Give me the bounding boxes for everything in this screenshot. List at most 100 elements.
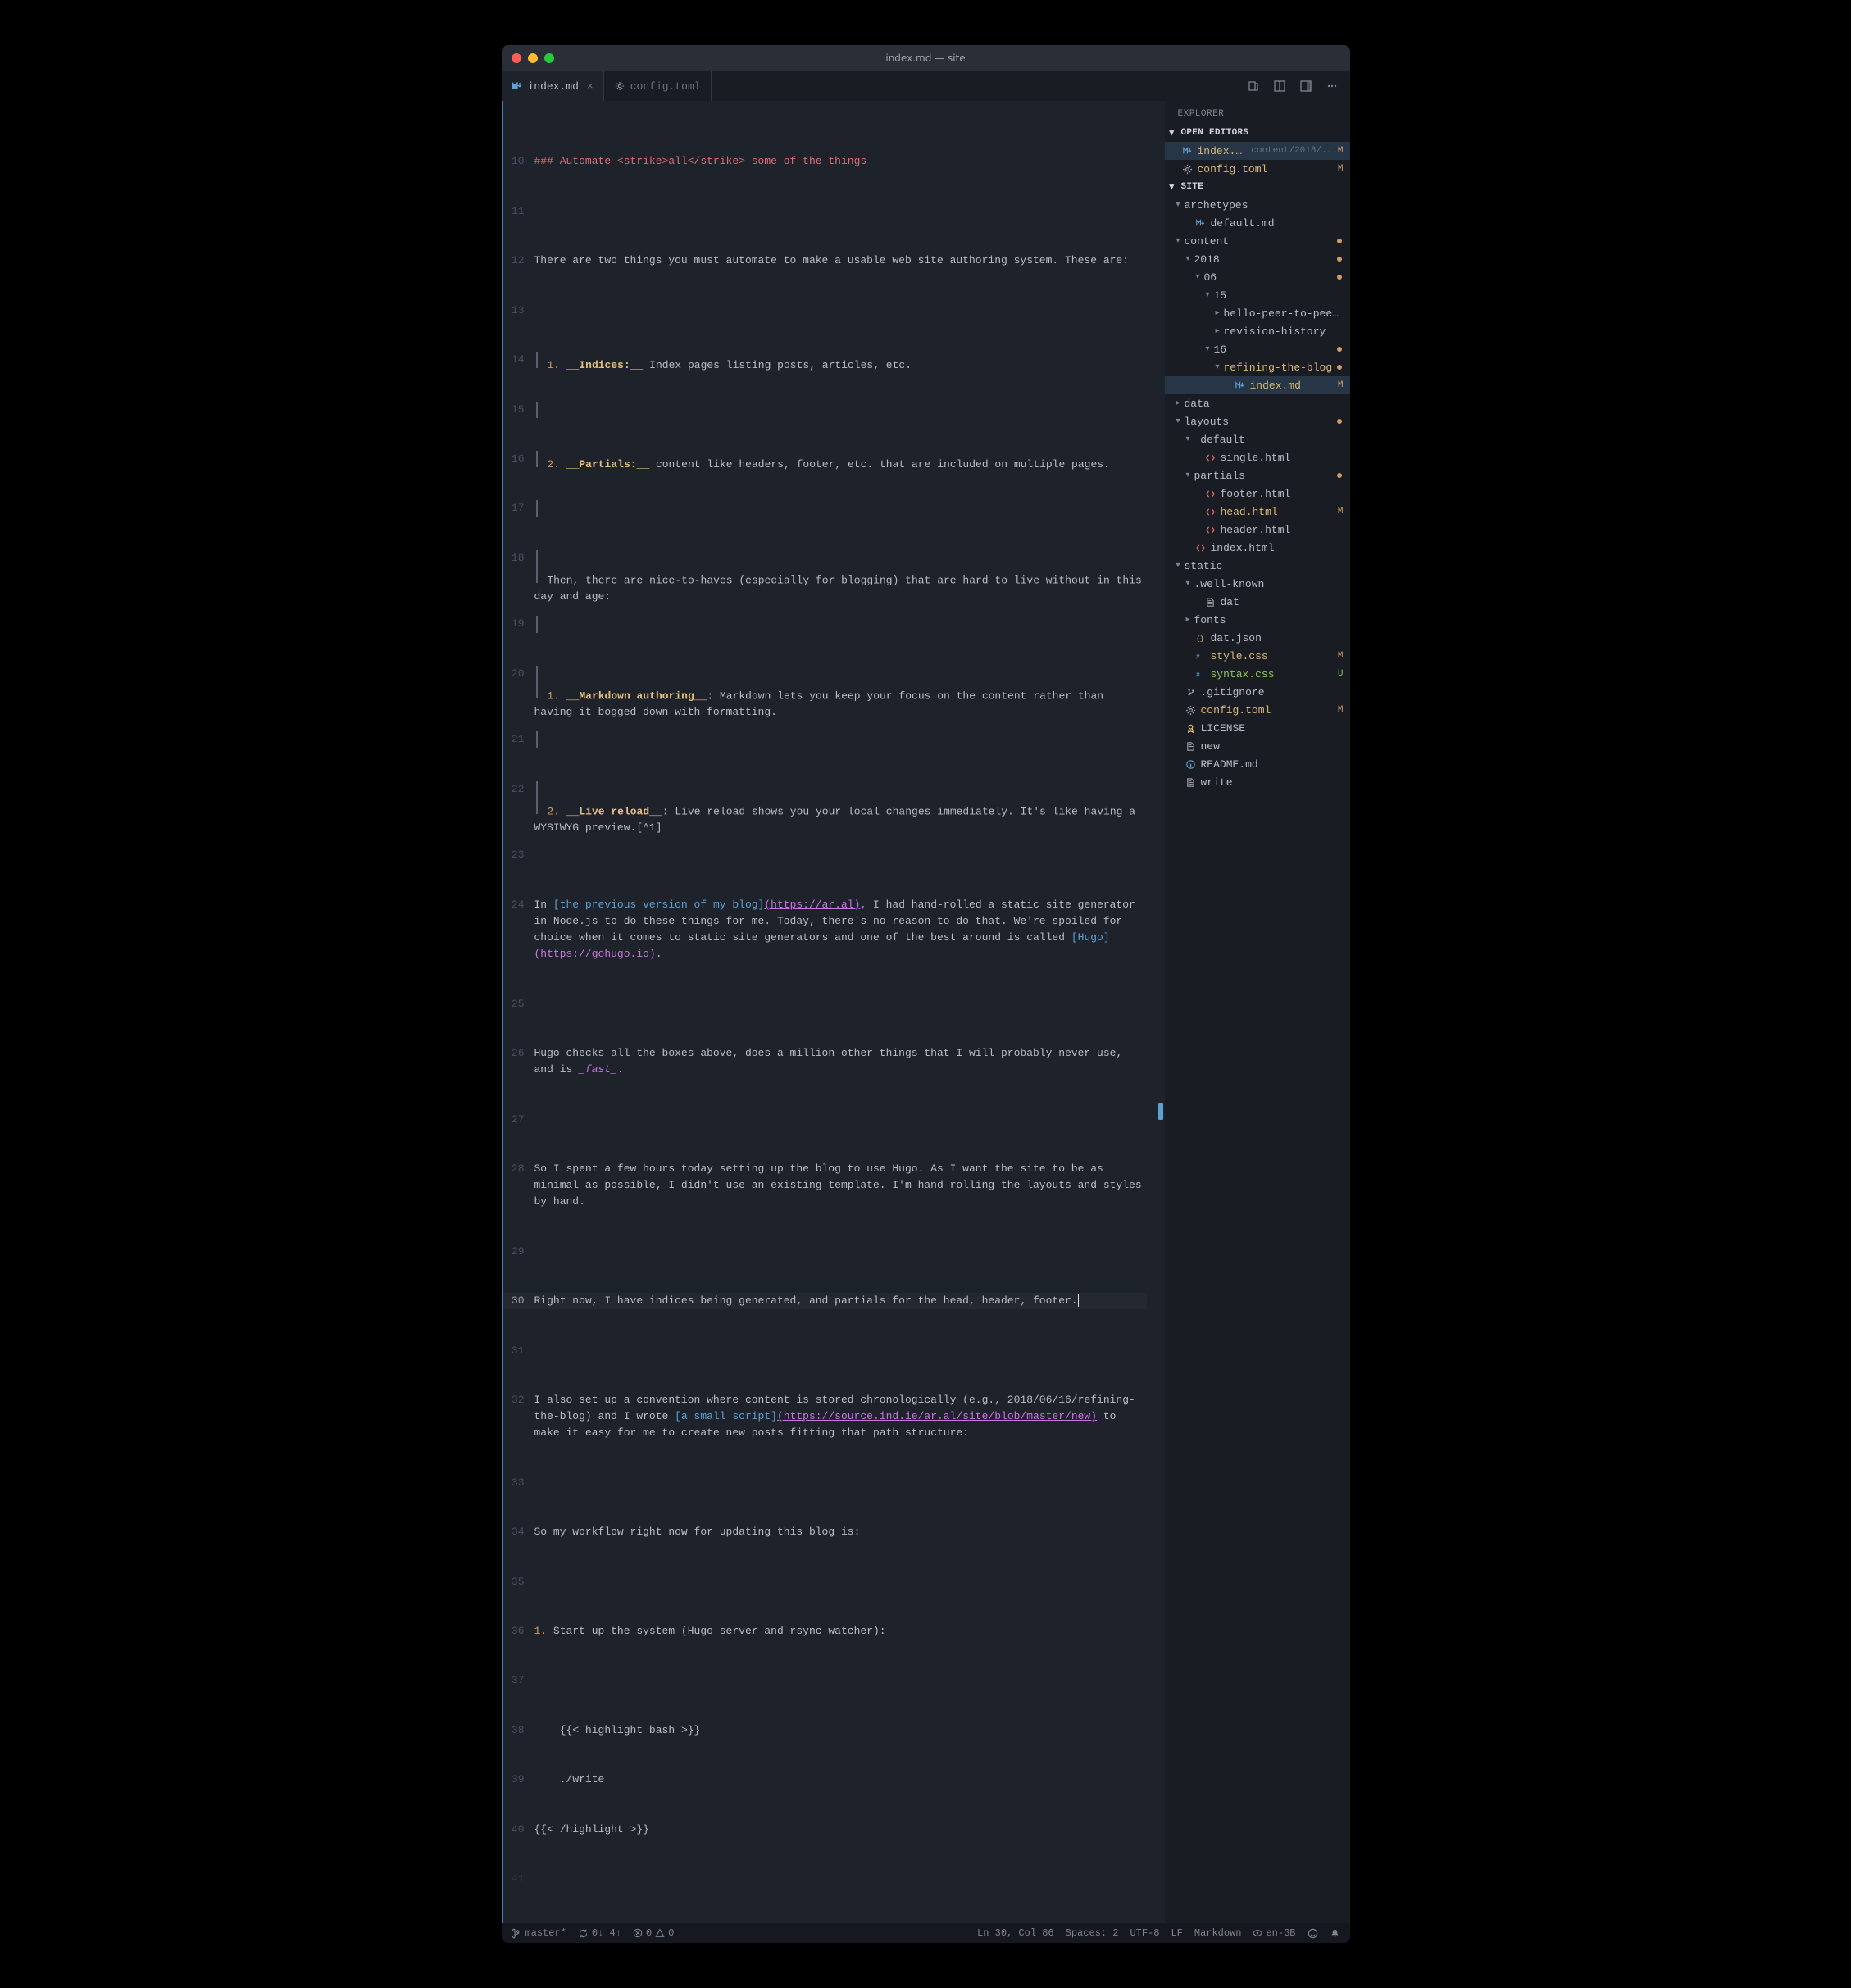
split-editor-icon[interactable] — [1299, 80, 1312, 93]
chevron-down-icon: ▾ — [1196, 272, 1204, 282]
tree-folder[interactable]: ▸data — [1165, 394, 1350, 412]
open-changes-icon[interactable] — [1247, 80, 1260, 93]
code-line: Hugo checks all the boxes above, does a … — [534, 1045, 1147, 1078]
tree-file[interactable]: index.mdM — [1165, 376, 1350, 394]
tree-label: write — [1201, 776, 1345, 789]
tree-label: 16 — [1214, 343, 1337, 356]
code-line: 2. __Live reload__: Live reload shows yo… — [534, 781, 1147, 814]
more-actions-icon[interactable] — [1326, 80, 1339, 93]
file-icon — [1185, 777, 1198, 788]
tree-folder[interactable]: ▸fonts — [1165, 611, 1350, 629]
open-editor-item[interactable]: config.tomlM — [1165, 160, 1350, 178]
json-icon: {} — [1194, 633, 1207, 644]
code-line: ### Automate <strike>all</strike> some o… — [534, 153, 1147, 170]
tree-folder[interactable]: ▾16 — [1165, 340, 1350, 358]
tree-folder[interactable]: ▾2018 — [1165, 250, 1350, 268]
tree-file[interactable]: dat — [1165, 593, 1350, 611]
tree-label: refining-the-blog — [1224, 362, 1337, 374]
git-icon — [1185, 687, 1198, 698]
close-tab-icon[interactable]: × — [587, 80, 594, 93]
html-icon — [1204, 453, 1217, 463]
chevron-down-icon: ▾ — [1176, 561, 1185, 571]
tree-label: layouts — [1185, 416, 1337, 428]
tree-file[interactable]: README.md — [1165, 755, 1350, 773]
tree-label: 15 — [1214, 289, 1345, 302]
modified-indicator-icon — [1337, 365, 1342, 370]
encoding-status[interactable]: UTF-8 — [1130, 1927, 1159, 1939]
tree-file[interactable]: single.html — [1165, 448, 1350, 466]
tree-label: config.toml — [1201, 704, 1338, 716]
tree-file[interactable]: #style.cssM — [1165, 647, 1350, 665]
app-window: index.md — site index.md × config.toml — [502, 45, 1350, 1943]
tree-folder[interactable]: ▾layouts — [1165, 412, 1350, 430]
problems-status[interactable]: 0 0 — [633, 1927, 674, 1939]
git-sync-status[interactable]: 0↓ 4↑ — [578, 1927, 621, 1939]
tree-file[interactable]: config.tomlM — [1165, 701, 1350, 719]
tree-label: footer.html — [1221, 488, 1345, 500]
chevron-down-icon: ▾ — [1186, 434, 1194, 444]
tree-file[interactable]: .gitignore — [1165, 683, 1350, 701]
cursor-position-status[interactable]: Ln 30, Col 86 — [977, 1927, 1054, 1939]
tab-index-md[interactable]: index.md × — [502, 71, 604, 101]
markdown-icon — [1181, 146, 1194, 157]
tree-folder[interactable]: ▾archetypes — [1165, 196, 1350, 214]
tree-file[interactable]: write — [1165, 773, 1350, 791]
tree-folder[interactable]: ▾static — [1165, 557, 1350, 575]
tree-label: index.html — [1211, 542, 1345, 554]
tree-folder[interactable]: ▾.well-known — [1165, 575, 1350, 593]
feedback-icon[interactable] — [1308, 1928, 1318, 1939]
modified-indicator-icon — [1337, 347, 1342, 352]
tab-label: index.md — [528, 80, 579, 93]
info-icon — [1185, 759, 1198, 770]
preview-icon[interactable] — [1273, 80, 1286, 93]
chevron-down-icon: ▾ — [1186, 254, 1194, 264]
tab-config-toml[interactable]: config.toml — [604, 71, 712, 101]
tree-label: _default — [1194, 434, 1345, 446]
git-branch-status[interactable]: master* — [512, 1927, 566, 1939]
modified-indicator-icon — [1337, 275, 1342, 280]
tree-label: README.md — [1201, 758, 1345, 771]
tree-file[interactable]: head.htmlM — [1165, 503, 1350, 521]
code-line: {{< highlight bash >}} — [534, 1722, 1147, 1739]
tree-file[interactable]: LICENSE — [1165, 719, 1350, 737]
tree-label: default.md — [1211, 217, 1345, 230]
open-editors-section[interactable]: ▾ OPEN EDITORS — [1165, 124, 1350, 142]
tree-folder[interactable]: ▾_default — [1165, 430, 1350, 448]
tree-file[interactable]: index.html — [1165, 539, 1350, 557]
tree-folder[interactable]: ▾partials — [1165, 466, 1350, 484]
tree-file[interactable]: footer.html — [1165, 484, 1350, 503]
tree-label: static — [1185, 560, 1345, 572]
tree-file[interactable]: new — [1165, 737, 1350, 755]
html-icon — [1204, 507, 1217, 517]
minimap-viewport[interactable] — [1158, 1103, 1163, 1120]
tree-folder[interactable]: ▾content — [1165, 232, 1350, 250]
code-editor[interactable]: 10### Automate <strike>all</strike> some… — [502, 101, 1165, 1923]
titlebar: index.md — site — [502, 45, 1350, 71]
workspace-section[interactable]: ▾ SITE — [1165, 178, 1350, 196]
tree-folder[interactable]: ▸hello-peer-to-peer-web — [1165, 304, 1350, 322]
tree-label: .well-known — [1194, 578, 1345, 590]
tree-folder[interactable]: ▾refining-the-blog — [1165, 358, 1350, 376]
indentation-status[interactable]: Spaces: 2 — [1066, 1927, 1119, 1939]
open-editor-item[interactable]: index.mdcontent/2018/...M — [1165, 142, 1350, 160]
language-mode-status[interactable]: Markdown — [1194, 1927, 1242, 1939]
warning-icon — [655, 1928, 665, 1938]
tree-label: data — [1185, 398, 1345, 410]
spellcheck-status[interactable]: en-GB — [1253, 1927, 1295, 1939]
minimap[interactable] — [1153, 101, 1165, 1923]
tree-folder[interactable]: ▸revision-history — [1165, 322, 1350, 340]
modified-indicator-icon — [1337, 239, 1342, 243]
notifications-icon[interactable] — [1330, 1928, 1340, 1939]
tree-folder[interactable]: ▾15 — [1165, 286, 1350, 304]
code-line: Right now, I have indices being generate… — [534, 1293, 1147, 1309]
tree-file[interactable]: #syntax.cssU — [1165, 665, 1350, 683]
eye-icon — [1253, 1928, 1262, 1938]
tree-file[interactable]: default.md — [1165, 214, 1350, 232]
html-icon — [1204, 525, 1217, 535]
chevron-down-icon: ▾ — [1176, 236, 1185, 246]
tree-file[interactable]: header.html — [1165, 521, 1350, 539]
eol-status[interactable]: LF — [1171, 1927, 1182, 1939]
tree-file[interactable]: {}dat.json — [1165, 629, 1350, 647]
tree-folder[interactable]: ▾06 — [1165, 268, 1350, 286]
modified-indicator-icon — [1337, 473, 1342, 478]
